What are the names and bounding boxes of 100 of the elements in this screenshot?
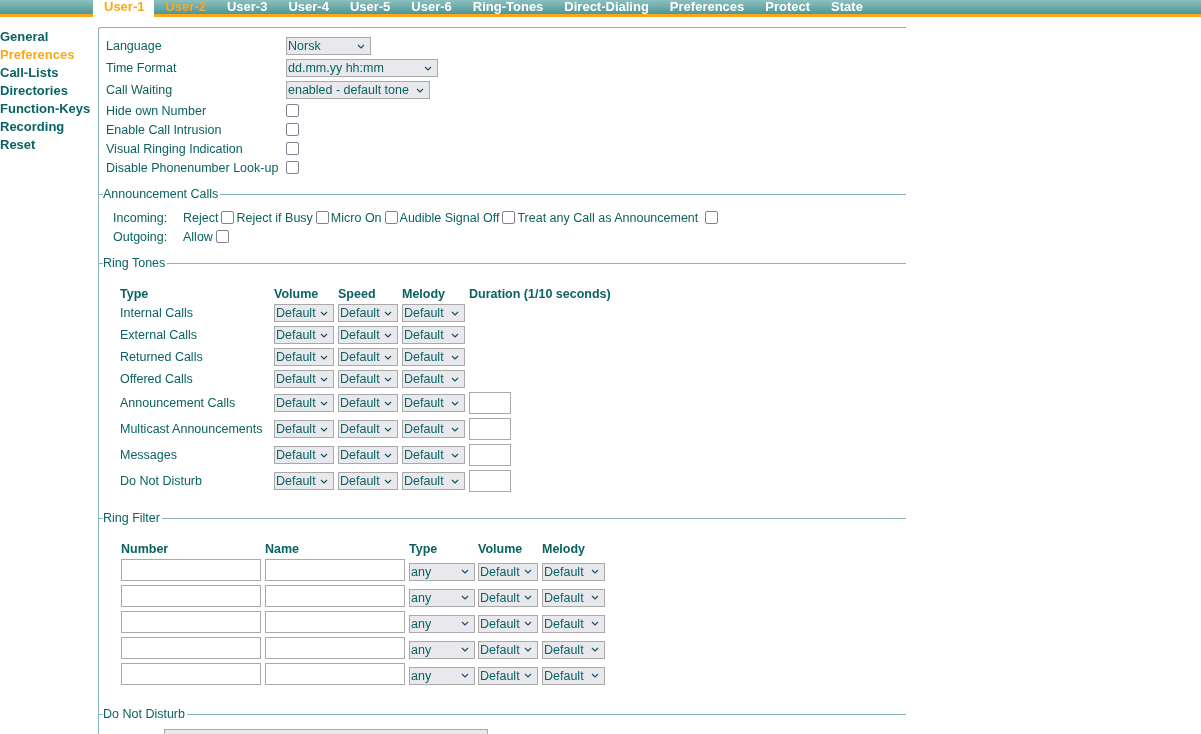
volume-dropdown[interactable]: Default <box>274 326 334 344</box>
field-label: Language <box>106 39 163 53</box>
speed-dropdown[interactable]: Default <box>338 370 398 388</box>
chevron-icon <box>320 310 328 316</box>
melody-dropdown[interactable]: Default <box>542 614 605 633</box>
checkbox[interactable] <box>384 211 398 224</box>
chevron-icon <box>320 400 328 406</box>
checkbox[interactable] <box>705 211 719 224</box>
speed-dropdown[interactable]: Default <box>338 472 398 490</box>
number-field[interactable] <box>121 663 261 685</box>
checkbox[interactable] <box>502 211 516 224</box>
volume-dropdown[interactable]: Default <box>274 446 334 464</box>
melody-dropdown[interactable]: Default <box>402 394 465 412</box>
chevron-icon <box>591 647 599 652</box>
dropdown[interactable]: dd.mm.yy hh:mm <box>286 59 438 77</box>
ring-type: Returned Calls <box>120 350 203 364</box>
name-field[interactable] <box>265 611 405 633</box>
melody-dropdown[interactable]: Default <box>402 472 465 490</box>
column-header: Melody <box>542 541 587 557</box>
speed-dropdown[interactable]: Default <box>338 348 398 366</box>
sidebar-link[interactable]: Call-Lists <box>0 64 98 82</box>
chevron-icon <box>384 478 392 484</box>
checkbox[interactable] <box>215 230 229 243</box>
checkbox[interactable] <box>315 211 329 224</box>
type-dropdown[interactable]: any <box>409 562 475 581</box>
number-field[interactable] <box>121 637 261 659</box>
speed-dropdown[interactable]: Default <box>338 420 398 438</box>
melody-dropdown[interactable]: Default <box>542 588 605 607</box>
speed-dropdown[interactable]: Default <box>338 446 398 464</box>
volume-dropdown[interactable]: Default <box>274 304 334 322</box>
chevron-icon <box>320 376 328 382</box>
section-legend: Ring Tones <box>103 256 166 270</box>
speed-dropdown[interactable]: Default <box>338 304 398 322</box>
volume-dropdown[interactable]: Default <box>478 640 538 659</box>
chevron-icon <box>591 569 599 574</box>
melody-dropdown[interactable]: Default <box>402 446 465 464</box>
checkbox[interactable] <box>286 161 299 174</box>
melody-dropdown[interactable]: Default <box>402 326 465 344</box>
duration-field[interactable] <box>469 470 511 492</box>
volume-dropdown[interactable]: Default <box>478 588 538 607</box>
chevron-icon <box>424 65 432 71</box>
duration-field[interactable] <box>469 392 511 414</box>
speed-dropdown[interactable]: Default <box>338 394 398 412</box>
column-header: Type <box>409 541 439 557</box>
dropdown[interactable]: Norsk <box>286 37 371 55</box>
option-label: Treat any Call as Announcement <box>517 210 699 225</box>
volume-dropdown[interactable]: Default <box>478 666 538 685</box>
chevron-icon <box>451 452 459 458</box>
checkbox[interactable] <box>286 123 299 136</box>
melody-dropdown[interactable]: Default <box>402 370 465 388</box>
sidebar-link[interactable]: Recording <box>0 118 98 136</box>
column-header: Name <box>265 541 301 557</box>
name-field[interactable] <box>265 637 405 659</box>
volume-dropdown[interactable]: Default <box>274 420 334 438</box>
volume-dropdown[interactable]: Default <box>274 394 334 412</box>
option-label: Reject <box>183 210 219 225</box>
chevron-icon <box>451 400 459 406</box>
chevron-icon <box>451 478 459 484</box>
chevron-icon <box>591 595 599 600</box>
field-label: Enable Call Intrusion <box>106 122 223 137</box>
number-field[interactable] <box>121 611 261 633</box>
name-field[interactable] <box>265 585 405 607</box>
type-dropdown[interactable]: any <box>409 666 475 685</box>
sidebar-link[interactable]: General <box>0 28 98 46</box>
chevron-icon <box>384 400 392 406</box>
melody-dropdown[interactable]: Default <box>542 562 605 581</box>
option-label: Micro On <box>330 210 382 225</box>
sidebar-link[interactable]: Directories <box>0 82 98 100</box>
chevron-icon <box>451 310 459 316</box>
name-field[interactable] <box>265 559 405 581</box>
melody-dropdown[interactable]: Default <box>402 420 465 438</box>
volume-dropdown[interactable]: Default <box>478 614 538 633</box>
checkbox[interactable] <box>221 211 235 224</box>
checkbox[interactable] <box>286 104 299 117</box>
chevron-icon <box>451 332 459 338</box>
chevron-icon <box>524 673 532 678</box>
melody-dropdown[interactable]: Default <box>402 304 465 322</box>
type-dropdown[interactable]: any <box>409 588 475 607</box>
chevron-icon <box>524 569 532 574</box>
melody-dropdown[interactable]: Default <box>542 666 605 685</box>
number-field[interactable] <box>121 585 261 607</box>
speed-dropdown[interactable]: Default <box>338 326 398 344</box>
field-label: Visual Ringing Indication <box>106 141 244 156</box>
volume-dropdown[interactable]: Default <box>478 562 538 581</box>
duration-field[interactable] <box>469 418 511 440</box>
checkbox[interactable] <box>286 142 299 155</box>
duration-field[interactable] <box>469 444 511 466</box>
dropdown[interactable]: enabled - default tone <box>286 81 430 99</box>
name-field[interactable] <box>265 663 405 685</box>
field-label: Time Format <box>106 61 178 75</box>
sidebar-link[interactable]: Reset <box>0 136 98 154</box>
volume-dropdown[interactable]: Default <box>274 370 334 388</box>
sidebar-link[interactable]: Function-Keys <box>0 100 98 118</box>
type-dropdown[interactable]: any <box>409 614 475 633</box>
volume-dropdown[interactable]: Default <box>274 472 334 490</box>
type-dropdown[interactable]: any <box>409 640 475 659</box>
melody-dropdown[interactable]: Default <box>402 348 465 366</box>
melody-dropdown[interactable]: Default <box>542 640 605 659</box>
volume-dropdown[interactable]: Default <box>274 348 334 366</box>
number-field[interactable] <box>121 559 261 581</box>
